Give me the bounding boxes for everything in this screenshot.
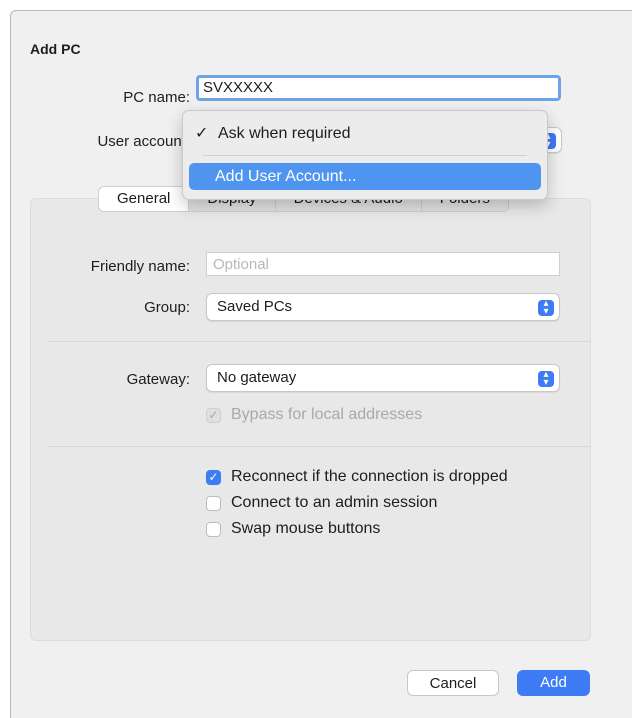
group-value: Saved PCs (217, 298, 293, 315)
gateway-value: No gateway (217, 369, 297, 386)
friendly-name-field[interactable] (206, 252, 560, 276)
menu-item-label: Ask when required (217, 125, 351, 142)
chevron-up-down-icon: ▴ ▾ (538, 299, 554, 317)
user-account-menu: ✓ Ask when required Add User Account... (182, 110, 548, 200)
chevron-up-down-icon: ▴ ▾ (538, 370, 554, 388)
menu-item-add-user-account[interactable]: Add User Account... (189, 163, 541, 190)
gateway-label: Gateway: (126, 371, 190, 388)
divider (48, 446, 591, 447)
checkmark-icon: ✓ (206, 407, 221, 423)
checkbox-empty-icon (206, 521, 221, 537)
add-button[interactable]: Add (517, 670, 590, 696)
pc-name-label: PC name: (123, 89, 190, 106)
reconnect-label: Reconnect if the connection is dropped (231, 468, 508, 485)
admin-session-label: Connect to an admin session (231, 494, 438, 511)
checkmark-icon: ✓ (206, 469, 221, 485)
divider (48, 341, 591, 342)
menu-divider (203, 155, 527, 156)
checkmark-icon: ✓ (195, 125, 209, 142)
swap-mouse-label: Swap mouse buttons (231, 520, 381, 537)
checkbox-empty-icon (206, 495, 221, 511)
user-account-label: User account: (97, 133, 190, 150)
group-label: Group: (144, 299, 190, 316)
group-popup[interactable]: Saved PCs ▴ ▾ (206, 293, 560, 321)
dialog-title: Add PC (30, 41, 81, 57)
bypass-local-checkbox: ✓ Bypass for local addresses (206, 406, 422, 424)
swap-mouse-checkbox[interactable]: Swap mouse buttons (206, 520, 380, 538)
friendly-name-label: Friendly name: (90, 258, 190, 275)
reconnect-checkbox[interactable]: ✓ Reconnect if the connection is dropped (206, 468, 508, 486)
tab-general[interactable]: General (99, 187, 190, 211)
gateway-popup[interactable]: No gateway ▴ ▾ (206, 364, 560, 392)
bypass-local-label: Bypass for local addresses (231, 406, 423, 423)
admin-session-checkbox[interactable]: Connect to an admin session (206, 494, 437, 512)
menu-item-ask-when-required[interactable]: ✓ Ask when required (189, 120, 541, 147)
pc-name-field[interactable]: SVXXXXX (196, 75, 561, 101)
cancel-button[interactable]: Cancel (407, 670, 499, 696)
